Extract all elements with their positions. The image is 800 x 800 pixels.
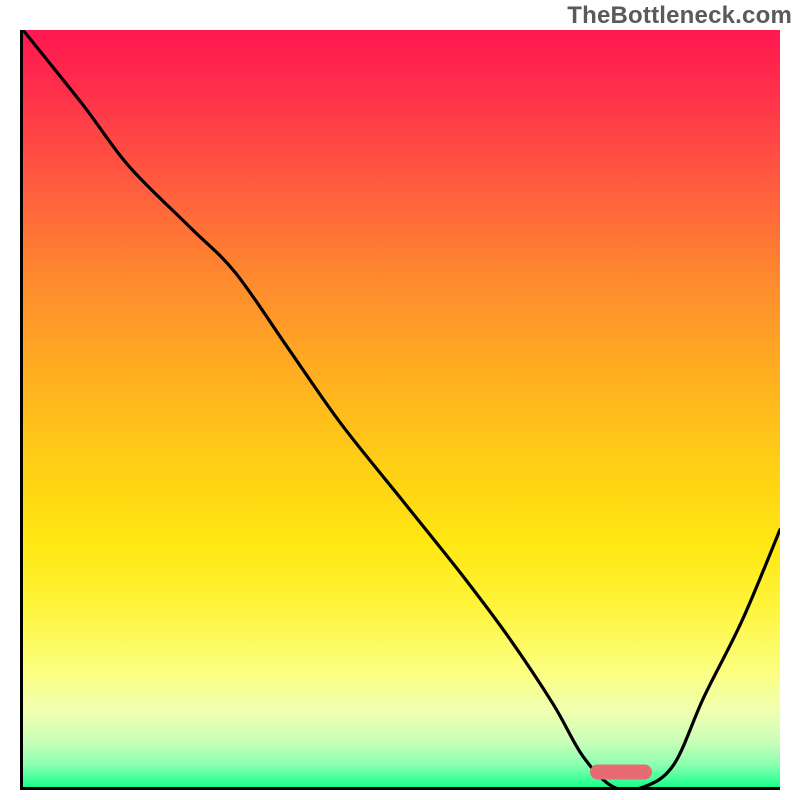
chart-curve [23, 30, 780, 787]
chart-stage: TheBottleneck.com [0, 0, 800, 800]
chart-marker [590, 764, 652, 779]
watermark-text: TheBottleneck.com [567, 2, 792, 30]
chart-plot-area [23, 30, 780, 787]
